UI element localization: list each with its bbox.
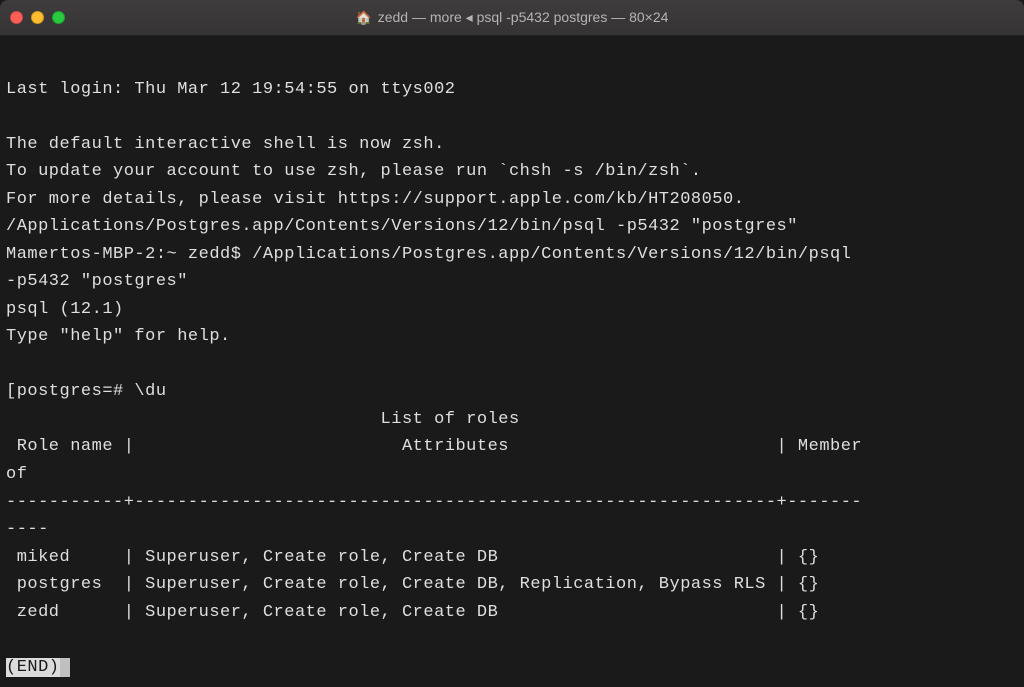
home-icon: 🏠 <box>356 10 372 26</box>
roles-table-header: Role name | Attributes | Member <box>6 437 873 456</box>
terminal-output[interactable]: Last login: Thu Mar 12 19:54:55 on ttys0… <box>0 36 1024 687</box>
pager-end-marker: (END) <box>6 658 60 677</box>
psql-version-line: psql (12.1) <box>6 300 124 319</box>
cursor <box>60 658 70 677</box>
window-title: 🏠 zedd — more ◂ psql -p5432 postgres — 8… <box>0 9 1024 26</box>
roles-table-divider-wrap: ---- <box>6 520 49 539</box>
zsh-notice-line: The default interactive shell is now zsh… <box>6 135 445 154</box>
psql-prompt-line: [postgres=# \du <box>6 382 167 401</box>
table-row: postgres | Superuser, Create role, Creat… <box>6 575 819 594</box>
minimize-window-button[interactable] <box>31 11 44 24</box>
roles-list-title: List of roles <box>6 410 520 429</box>
shell-prompt-continuation: -p5432 "postgres" <box>6 272 188 291</box>
traffic-lights <box>10 11 65 24</box>
zsh-notice-line: To update your account to use zsh, pleas… <box>6 162 702 181</box>
window-title-text: zedd — more ◂ psql -p5432 postgres — 80×… <box>378 9 669 26</box>
shell-prompt-line: Mamertos-MBP-2:~ zedd$ /Applications/Pos… <box>6 245 862 264</box>
table-row: miked | Superuser, Create role, Create D… <box>6 548 819 567</box>
psql-help-line: Type "help" for help. <box>6 327 231 346</box>
zsh-notice-line: For more details, please visit https://s… <box>6 190 744 209</box>
table-row: zedd | Superuser, Create role, Create DB… <box>6 603 819 622</box>
close-window-button[interactable] <box>10 11 23 24</box>
roles-table-header-wrap: of <box>6 465 38 484</box>
last-login-line: Last login: Thu Mar 12 19:54:55 on ttys0… <box>6 80 455 99</box>
command-echo-line: /Applications/Postgres.app/Contents/Vers… <box>6 217 798 236</box>
zoom-window-button[interactable] <box>52 11 65 24</box>
roles-table-divider: -----------+----------------------------… <box>6 493 862 512</box>
window-titlebar: 🏠 zedd — more ◂ psql -p5432 postgres — 8… <box>0 0 1024 36</box>
